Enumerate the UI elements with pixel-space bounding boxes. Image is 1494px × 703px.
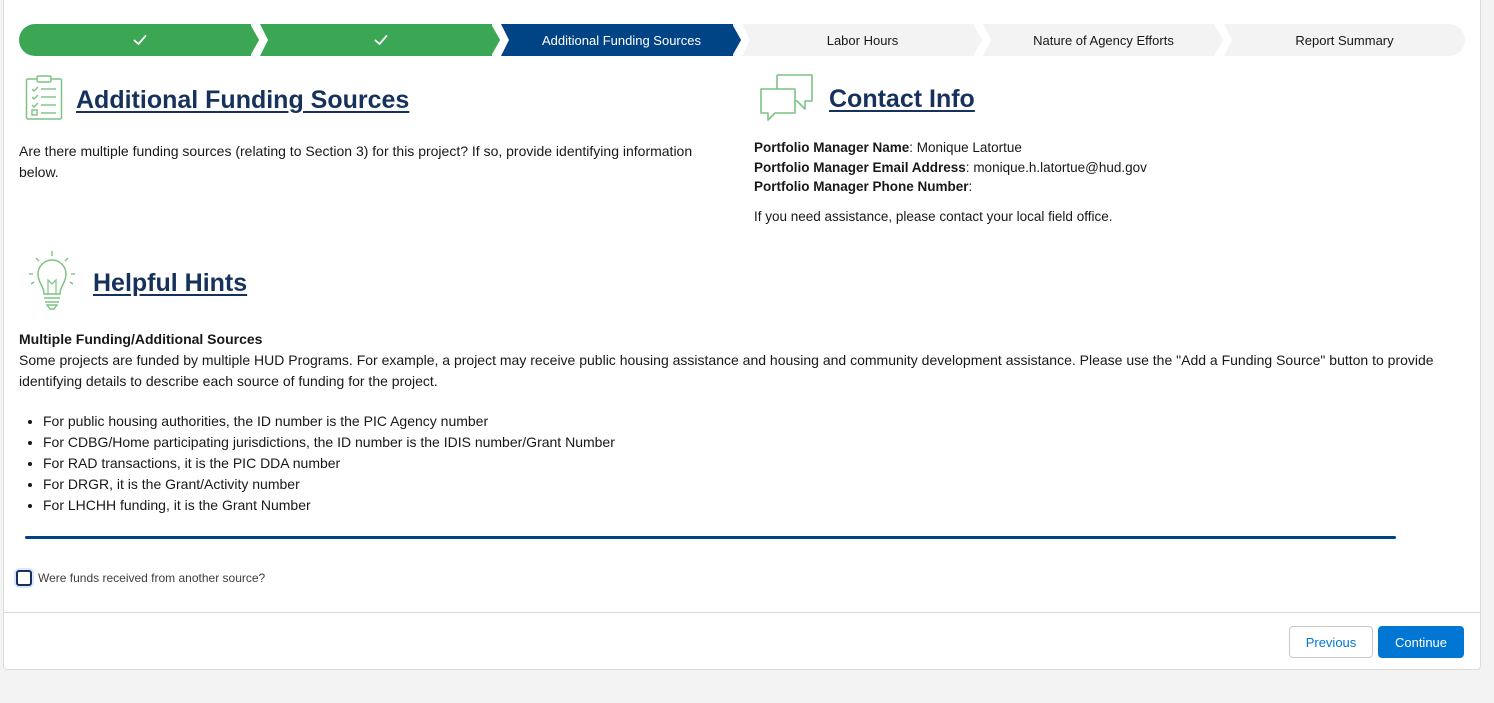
hints-title-link[interactable]: Helpful Hints — [93, 269, 247, 298]
lightbulb-icon — [29, 251, 75, 310]
contact-name-value: Monique Latortue — [916, 140, 1022, 155]
continue-button[interactable]: Continue — [1378, 626, 1464, 658]
footer-divider — [3, 612, 1481, 613]
contact-details: Portfolio Manager Name: Monique Latortue… — [754, 138, 1147, 197]
progress-step-label: Nature of Agency Efforts — [1033, 32, 1174, 48]
contact-title-link[interactable]: Contact Info — [829, 85, 975, 114]
contact-name-row: Portfolio Manager Name: Monique Latortue — [754, 140, 1022, 155]
list-item: For LHCHH funding, it is the Grant Numbe… — [43, 495, 615, 516]
contact-email-value: monique.h.latortue@hud.gov — [973, 159, 1147, 175]
contact-assist-text: If you need assistance, please contact y… — [754, 209, 1113, 224]
progress-step-label: Additional Funding Sources — [542, 32, 701, 48]
funding-description: Are there multiple funding sources (rela… — [19, 143, 693, 180]
contact-phone-row: Portfolio Manager Phone Number: — [754, 179, 973, 194]
check-icon — [133, 35, 146, 45]
progress-path: Additional Funding Sources Labor Hours N… — [19, 24, 1465, 56]
section-divider — [25, 536, 1396, 539]
list-item: For DRGR, it is the Grant/Activity numbe… — [43, 474, 615, 495]
hints-list: For public housing authorities, the ID n… — [19, 411, 615, 516]
progress-step-label: Labor Hours — [826, 32, 899, 48]
list-item: For CDBG/Home participating jurisdiction… — [43, 432, 615, 453]
progress-step-label: Report Summary — [1295, 32, 1394, 48]
contact-name-label: Portfolio Manager Name — [754, 140, 910, 155]
other-source-label: Were funds received from another source? — [38, 571, 266, 585]
list-item: For RAD transactions, it is the PIC DDA … — [43, 453, 615, 474]
checklist-icon — [25, 75, 63, 120]
contact-email-label: Portfolio Manager Email Address — [754, 159, 966, 175]
contact-email-row: Portfolio Manager Email Address: monique… — [754, 159, 1147, 175]
progress-step-additional-funding-sources[interactable]: Additional Funding Sources — [501, 24, 743, 56]
other-source-checkbox[interactable] — [16, 570, 32, 586]
other-source-field[interactable]: Were funds received from another source? — [16, 570, 265, 586]
progress-step-2[interactable] — [260, 24, 502, 56]
check-icon — [374, 35, 387, 45]
chat-bubbles-icon — [760, 74, 813, 121]
progress-step-labor-hours[interactable]: Labor Hours — [742, 24, 984, 56]
contact-phone-label: Portfolio Manager Phone Number — [754, 179, 969, 194]
hints-heading: Multiple Funding/Additional Sources — [19, 331, 263, 347]
previous-button[interactable]: Previous — [1289, 626, 1373, 658]
funding-title-link[interactable]: Additional Funding Sources — [76, 86, 409, 115]
progress-step-1[interactable] — [19, 24, 261, 56]
list-item: For public housing authorities, the ID n… — [43, 411, 615, 432]
progress-step-nature-of-agency-efforts[interactable]: Nature of Agency Efforts — [983, 24, 1225, 56]
progress-step-report-summary[interactable]: Report Summary — [1224, 24, 1465, 56]
hints-body: Some projects are funded by multiple HUD… — [19, 352, 1434, 389]
